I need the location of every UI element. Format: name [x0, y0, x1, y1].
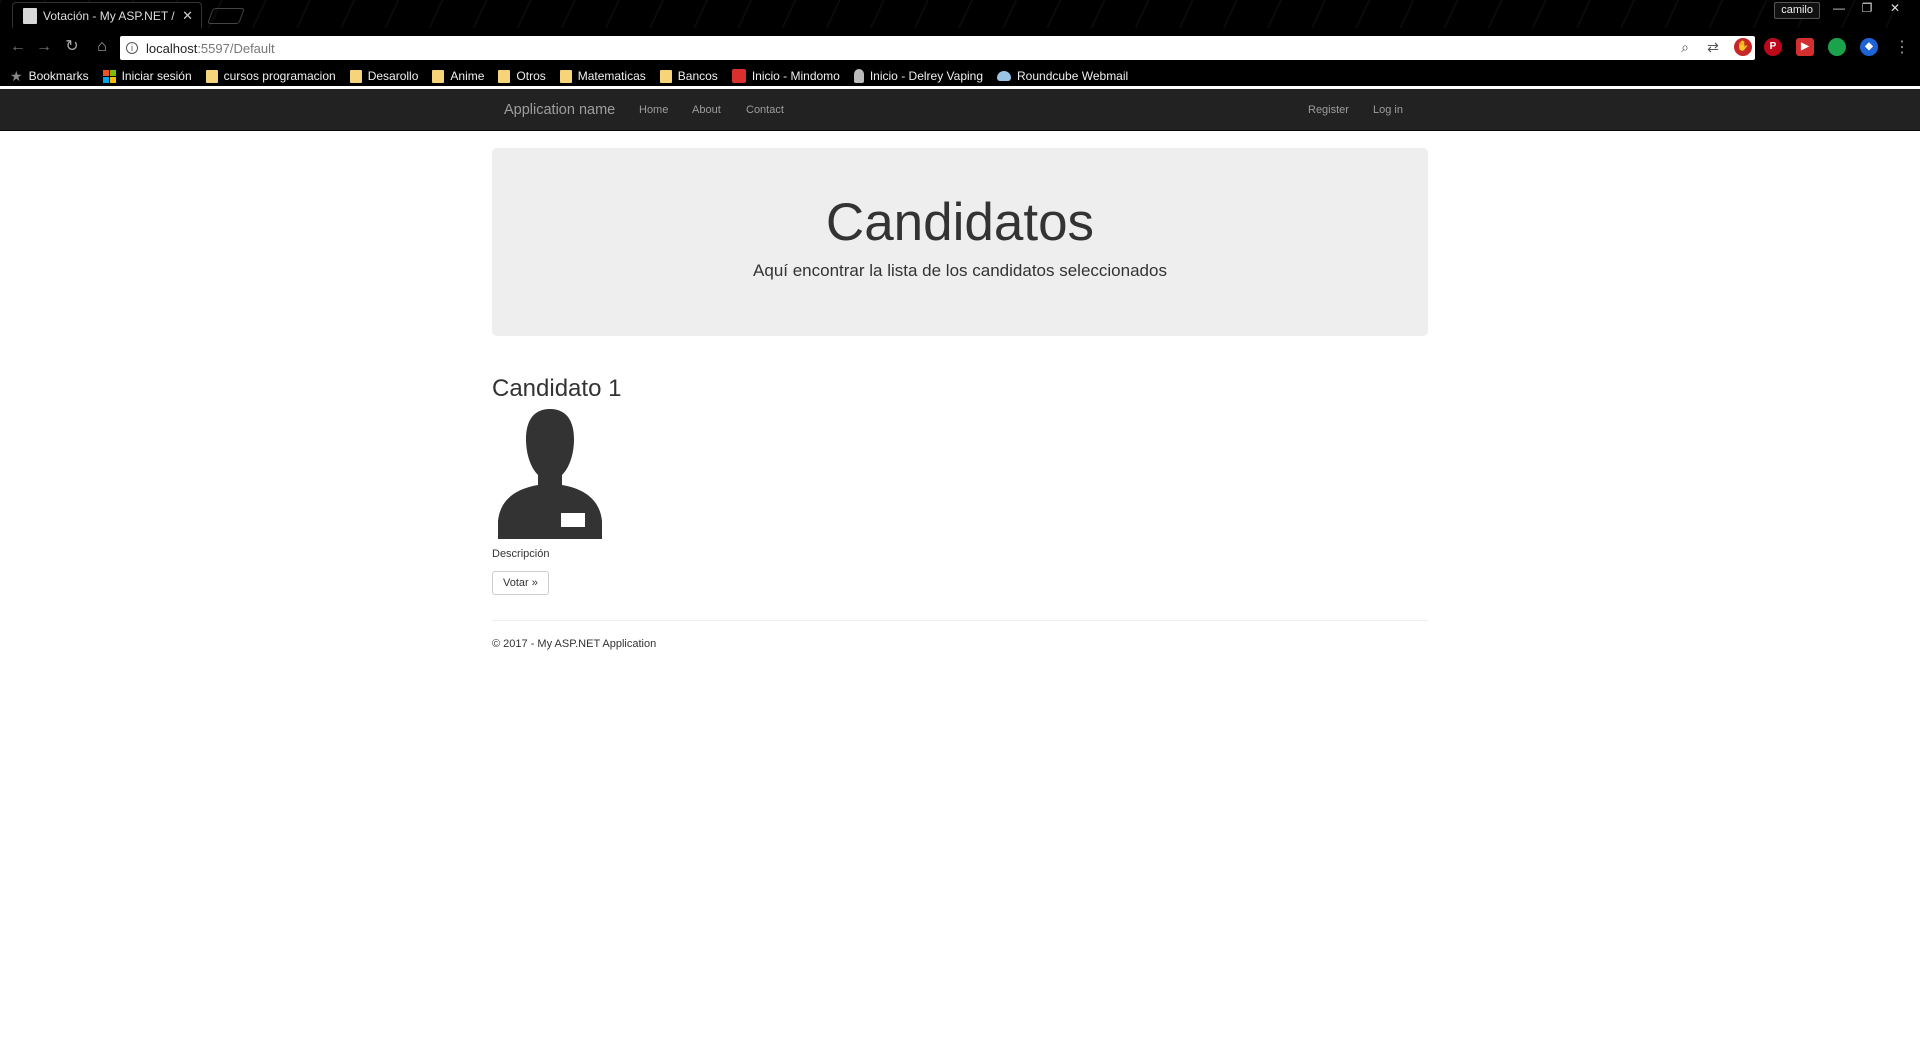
- bookmark-folder[interactable]: Matematicas: [559, 69, 646, 83]
- reload-icon[interactable]: ↻: [62, 37, 82, 57]
- back-icon[interactable]: ←: [8, 37, 28, 57]
- bookmark-label: Iniciar sesión: [121, 69, 192, 83]
- bookmark-label: Otros: [516, 69, 546, 83]
- mindomo-icon: [731, 69, 746, 83]
- pinterest-icon[interactable]: P: [1764, 38, 1782, 56]
- nav-about[interactable]: About: [692, 89, 721, 131]
- vape-icon: [853, 69, 864, 83]
- forward-icon[interactable]: →: [34, 37, 54, 57]
- vote-button[interactable]: Votar »: [492, 571, 549, 595]
- bookmark-folder[interactable]: Otros: [498, 69, 546, 83]
- extension-red-icon[interactable]: ▶: [1796, 38, 1814, 56]
- bookmark-label: Roundcube Webmail: [1017, 69, 1129, 83]
- bookmark-label: Matematicas: [577, 69, 646, 83]
- nav-register[interactable]: Register: [1308, 89, 1349, 131]
- minimize-icon[interactable]: —: [1826, 0, 1852, 18]
- bookmark-folder[interactable]: Bancos: [659, 69, 718, 83]
- bookmark-label: Inicio - Mindomo: [751, 69, 840, 83]
- bookmark-item[interactable]: Inicio - Delrey Vaping: [853, 69, 984, 83]
- bookmark-label: Anime: [450, 69, 485, 83]
- microsoft-icon: [102, 69, 116, 83]
- bookmark-item[interactable]: Roundcube Webmail: [997, 69, 1128, 83]
- nav-contact[interactable]: Contact: [746, 89, 784, 131]
- bookmark-item[interactable]: ★ Bookmarks: [10, 68, 89, 85]
- translate-icon[interactable]: ⇄: [1704, 38, 1722, 56]
- folder-icon: [498, 69, 511, 83]
- navbar-brand[interactable]: Application name: [504, 89, 615, 131]
- close-window-icon[interactable]: ✕: [1882, 0, 1908, 18]
- bookmark-label: Bookmarks: [28, 69, 89, 83]
- profile-button[interactable]: camilo: [1774, 2, 1820, 19]
- folder-icon: [432, 69, 445, 83]
- folder-icon: [559, 69, 572, 83]
- extension-green-icon[interactable]: [1828, 38, 1846, 56]
- bookmark-folder[interactable]: Anime: [432, 69, 484, 83]
- info-icon[interactable]: i: [126, 42, 138, 54]
- menu-icon[interactable]: ⋮: [1892, 38, 1912, 58]
- nav-home[interactable]: Home: [639, 89, 668, 131]
- folder-icon: [349, 69, 362, 83]
- zoom-icon[interactable]: ⌕: [1676, 38, 1694, 56]
- browser-tab-active[interactable]: Votación - My ASP.NET / ✕: [12, 2, 202, 28]
- roundcube-icon: [997, 71, 1012, 81]
- extension-blue-icon[interactable]: ◆: [1860, 38, 1878, 56]
- page-lead: Aquí encontrar la lista de los candidato…: [753, 261, 1167, 280]
- url-path: :5597/Default: [197, 40, 275, 56]
- bookmark-label: Bancos: [677, 69, 718, 83]
- folder-icon: [659, 69, 672, 83]
- bookmark-item[interactable]: Iniciar sesión: [102, 69, 192, 83]
- bookmark-item[interactable]: Inicio - Mindomo: [731, 69, 840, 83]
- bookmark-label: Desarollo: [367, 69, 419, 83]
- star-icon: ★: [10, 67, 23, 84]
- bookmark-label: cursos programacion: [223, 69, 336, 83]
- bookmark-folder[interactable]: cursos programacion: [205, 69, 336, 83]
- home-icon[interactable]: ⌂: [92, 37, 112, 57]
- new-tab-button[interactable]: [207, 8, 245, 24]
- candidate-description: Descripción: [492, 548, 550, 560]
- person-avatar-icon: [498, 409, 602, 539]
- browser-tab-strip: Votación - My ASP.NET / ✕ camilo — ❐ ✕: [0, 0, 1920, 28]
- folder-icon: [205, 69, 218, 83]
- page-icon: [23, 7, 37, 24]
- candidate-title: Candidato 1: [492, 375, 622, 402]
- footer-divider: [492, 620, 1428, 621]
- bookmark-label: Inicio - Delrey Vaping: [869, 69, 984, 83]
- footer-text: © 2017 - My ASP.NET Application: [492, 638, 657, 650]
- bookmarks-bar: ★ Bookmarks Iniciar sesión cursos progra…: [0, 66, 1920, 86]
- restore-icon[interactable]: ❐: [1854, 0, 1880, 18]
- adblock-icon[interactable]: ✋: [1734, 38, 1752, 56]
- nav-login[interactable]: Log in: [1373, 89, 1403, 131]
- jumbotron: Candidatos Aquí encontrar la lista de lo…: [492, 148, 1428, 336]
- tab-title: Votación - My ASP.NET /: [43, 8, 175, 23]
- close-tab-icon[interactable]: ✕: [182, 8, 193, 24]
- url-host: localhost: [146, 40, 198, 56]
- bookmark-folder[interactable]: Desarollo: [349, 69, 419, 83]
- site-navbar: Application name Home About Contact Regi…: [0, 89, 1920, 131]
- navbar-container: Application name Home About Contact Regi…: [492, 89, 1428, 131]
- page-title: Candidatos: [825, 193, 1095, 252]
- address-bar[interactable]: i localhost:5597/Default: [120, 36, 1755, 60]
